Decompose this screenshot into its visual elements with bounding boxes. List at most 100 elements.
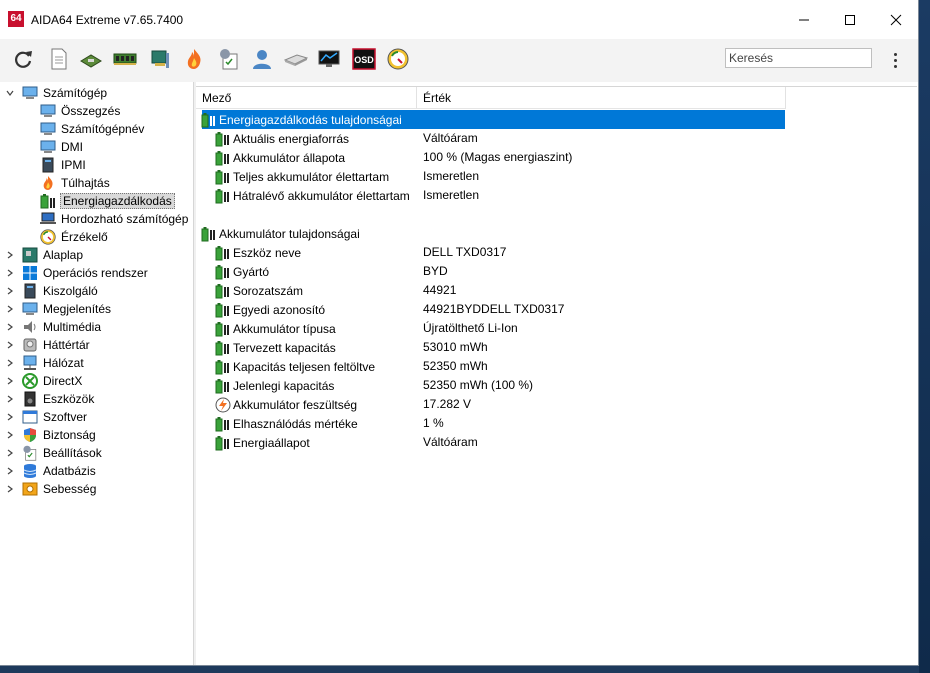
table-row[interactable]: Hátralévő akkumulátor élettartam <box>215 186 410 205</box>
tree-item-database[interactable]: Adatbázis <box>4 462 97 480</box>
monitor-button[interactable] <box>317 47 341 71</box>
tree-item-power-management[interactable]: Energiagazdálkodás <box>40 192 175 210</box>
devices-icon <box>22 391 38 407</box>
table-row[interactable]: Eszköz neve <box>215 243 301 262</box>
more-icon <box>893 52 897 56</box>
table-row[interactable]: Jelenlegi kapacitás <box>215 376 334 395</box>
tree-item-multimedia[interactable]: Multimédia <box>4 318 102 336</box>
tree-item-security[interactable]: Biztonság <box>4 426 97 444</box>
field-value: 52350 mWh <box>423 359 488 373</box>
tree-item-summary[interactable]: Összegzés <box>40 102 121 120</box>
tree-item-overclock[interactable]: Túlhajtás <box>40 174 111 192</box>
tree-item-settings[interactable]: Beállítások <box>4 444 103 462</box>
tree-item-motherboard[interactable]: Alaplap <box>4 246 84 264</box>
disk-button[interactable] <box>284 47 308 71</box>
window-title: AIDA64 Extreme v7.65.7400 <box>31 13 184 27</box>
osd-icon: OSD <box>352 48 376 70</box>
section-header-power-properties[interactable]: Energiagazdálkodás tulajdonságai <box>201 110 402 129</box>
field-value: Ismeretlen <box>423 169 480 183</box>
app-logo-icon: 64 <box>8 11 24 27</box>
chevron-right-icon[interactable] <box>4 444 16 462</box>
table-row[interactable]: Tervezett kapacitás <box>215 338 336 357</box>
tree-item-computer-name[interactable]: Számítógépnév <box>40 120 145 138</box>
overclock-button[interactable] <box>182 47 206 71</box>
tree-item-server[interactable]: Kiszolgáló <box>4 282 99 300</box>
tree-label: IPMI <box>61 158 86 172</box>
chevron-right-icon[interactable] <box>4 264 16 282</box>
table-row[interactable]: Akkumulátor állapota <box>215 148 345 167</box>
benchmark-button[interactable] <box>217 47 241 71</box>
chevron-right-icon[interactable] <box>4 408 16 426</box>
chevron-right-icon[interactable] <box>4 372 16 390</box>
chevron-right-icon[interactable] <box>4 300 16 318</box>
tree-item-portable-computer[interactable]: Hordozható számítógép <box>40 210 189 228</box>
tree-item-speed[interactable]: Sebesség <box>4 480 97 498</box>
chevron-down-icon[interactable] <box>4 84 16 102</box>
table-row[interactable]: Sorozatszám <box>215 281 303 300</box>
chevron-right-icon[interactable] <box>4 336 16 354</box>
field-value: 100 % (Magas energiaszint) <box>423 150 573 164</box>
field-name: Hátralévő akkumulátor élettartam <box>233 188 410 203</box>
tree-item-network[interactable]: Hálózat <box>4 354 85 372</box>
chevron-right-icon[interactable] <box>4 426 16 444</box>
osd-button[interactable]: OSD <box>352 47 376 71</box>
sensor-button[interactable] <box>386 47 410 71</box>
tree-item-devices[interactable]: Eszközök <box>4 390 95 408</box>
close-button[interactable] <box>873 0 918 39</box>
server-icon <box>22 283 38 299</box>
battery-plug-icon <box>215 264 231 280</box>
table-row[interactable]: Egyedi azonosító <box>215 300 325 319</box>
search-input[interactable] <box>725 48 872 68</box>
motherboard-button[interactable] <box>79 47 103 71</box>
tree-label: Biztonság <box>43 428 96 442</box>
table-row[interactable]: Kapacitás teljesen feltöltve <box>215 357 375 376</box>
memory-button[interactable] <box>113 47 137 71</box>
windows-logo-icon <box>22 265 38 281</box>
tree-label: Hordozható számítógép <box>61 212 189 226</box>
disk-icon <box>284 54 308 66</box>
tree-item-dmi[interactable]: DMI <box>40 138 84 156</box>
field-value: Váltóáram <box>423 435 478 449</box>
minimize-button[interactable] <box>781 0 827 39</box>
table-row[interactable]: Akkumulátor típusa <box>215 319 336 338</box>
minimize-icon <box>799 19 809 20</box>
maximize-button[interactable] <box>827 0 873 39</box>
user-button[interactable] <box>250 47 274 71</box>
tree-item-directx[interactable]: DirectX <box>4 372 83 390</box>
refresh-button[interactable] <box>11 47 35 71</box>
tree-label: Eszközök <box>43 392 95 406</box>
table-row[interactable]: Aktuális energiaforrás <box>215 129 349 148</box>
user-icon <box>253 50 271 69</box>
tree-label: Összegzés <box>61 104 121 118</box>
column-header-value[interactable]: Érték <box>417 87 786 109</box>
pci-device-button[interactable] <box>148 47 172 71</box>
chevron-right-icon[interactable] <box>4 390 16 408</box>
section-header-battery-properties[interactable]: Akkumulátor tulajdonságai <box>201 224 360 243</box>
report-button[interactable] <box>47 47 71 71</box>
field-name: Kapacitás teljesen feltöltve <box>233 359 376 374</box>
chevron-right-icon[interactable] <box>4 354 16 372</box>
chevron-right-icon[interactable] <box>4 318 16 336</box>
table-row[interactable]: Teljes akkumulátor élettartam <box>215 167 389 186</box>
more-options-button[interactable] <box>888 48 902 72</box>
tree-item-ipmi[interactable]: IPMI <box>40 156 87 174</box>
tree-item-software[interactable]: Szoftver <box>4 408 88 426</box>
column-header-field[interactable]: Mező <box>196 87 417 109</box>
tree-item-operating-system[interactable]: Operációs rendszer <box>4 264 149 282</box>
table-row[interactable]: Gyártó <box>215 262 269 281</box>
table-row[interactable]: Akkumulátor feszültség <box>215 395 357 414</box>
tree-item-storage[interactable]: Háttértár <box>4 336 91 354</box>
battery-plug-icon <box>215 131 231 147</box>
table-row[interactable]: Energiaállapot <box>215 433 310 452</box>
tree-item-display[interactable]: Megjelenítés <box>4 300 112 318</box>
chevron-right-icon[interactable] <box>4 462 16 480</box>
chevron-right-icon[interactable] <box>4 282 16 300</box>
computer-icon <box>40 103 56 119</box>
maximize-icon <box>845 14 855 25</box>
chevron-right-icon[interactable] <box>4 246 16 264</box>
tree-item-sensor[interactable]: Érzékelő <box>40 228 109 246</box>
field-name: Tervezett kapacitás <box>233 340 336 355</box>
chevron-right-icon[interactable] <box>4 480 16 498</box>
table-row[interactable]: Elhasználódás mértéke <box>215 414 358 433</box>
tree-item-computer[interactable]: Számítógép <box>4 84 108 102</box>
